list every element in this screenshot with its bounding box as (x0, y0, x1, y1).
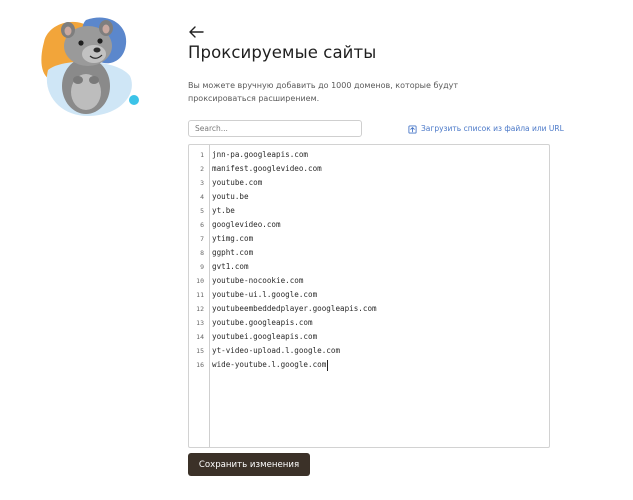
line-number: 1 (200, 151, 204, 159)
quokka-mascot-illustration (34, 14, 142, 118)
domain-line[interactable]: youtu.be (212, 190, 549, 204)
line-number: 10 (196, 277, 204, 285)
domain-line[interactable]: gvt1.com (212, 260, 549, 274)
line-number: 14 (196, 333, 204, 341)
domain-line[interactable]: googlevideo.com (212, 218, 549, 232)
domain-line[interactable]: youtube-nocookie.com (212, 274, 549, 288)
search-input[interactable] (188, 120, 362, 137)
domain-line[interactable]: wide-youtube.l.google.com (212, 358, 549, 372)
line-number-gutter: 1 2 3 4 5 6 7 8 9 10 11 12 13 14 15 16 (189, 145, 210, 447)
domain-line[interactable]: manifest.googlevideo.com (212, 162, 549, 176)
line-number: 11 (196, 291, 204, 299)
line-number: 13 (196, 319, 204, 327)
domain-line[interactable]: youtube.com (212, 176, 549, 190)
domain-lines[interactable]: jnn-pa.googleapis.com manifest.googlevid… (210, 145, 549, 447)
back-arrow-icon[interactable] (188, 24, 204, 38)
domain-line[interactable]: yt.be (212, 204, 549, 218)
domain-line[interactable]: youtube.googleapis.com (212, 316, 549, 330)
upload-list-label: Загрузить список из файла или URL (421, 123, 564, 133)
line-number: 4 (200, 193, 204, 201)
domain-line[interactable]: yt-video-upload.l.google.com (212, 344, 549, 358)
line-number: 16 (196, 361, 204, 369)
domain-line[interactable]: jnn-pa.googleapis.com (212, 148, 549, 162)
line-number: 2 (200, 165, 204, 173)
line-number: 6 (200, 221, 204, 229)
line-number: 9 (200, 263, 204, 271)
page-title: Проксируемые сайты (188, 43, 377, 62)
line-number: 12 (196, 305, 204, 313)
line-number: 5 (200, 207, 204, 215)
domain-line[interactable]: ytimg.com (212, 232, 549, 246)
domain-line[interactable]: youtube-ui.l.google.com (212, 288, 549, 302)
domain-line[interactable]: youtubei.googleapis.com (212, 330, 549, 344)
domain-line[interactable]: ggpht.com (212, 246, 549, 260)
domain-list-editor[interactable]: 1 2 3 4 5 6 7 8 9 10 11 12 13 14 15 16 j… (188, 144, 550, 448)
line-number: 3 (200, 179, 204, 187)
line-number: 7 (200, 235, 204, 243)
upload-list-link[interactable]: Загрузить список из файла или URL (408, 122, 564, 134)
upload-file-icon (408, 119, 417, 138)
page-description: Вы можете вручную добавить до 1000 домен… (188, 81, 459, 103)
save-changes-button[interactable]: Сохранить изменения (188, 453, 310, 476)
domain-line[interactable]: youtubeembeddedplayer.googleapis.com (212, 302, 549, 316)
line-number: 15 (196, 347, 204, 355)
line-number: 8 (200, 249, 204, 257)
